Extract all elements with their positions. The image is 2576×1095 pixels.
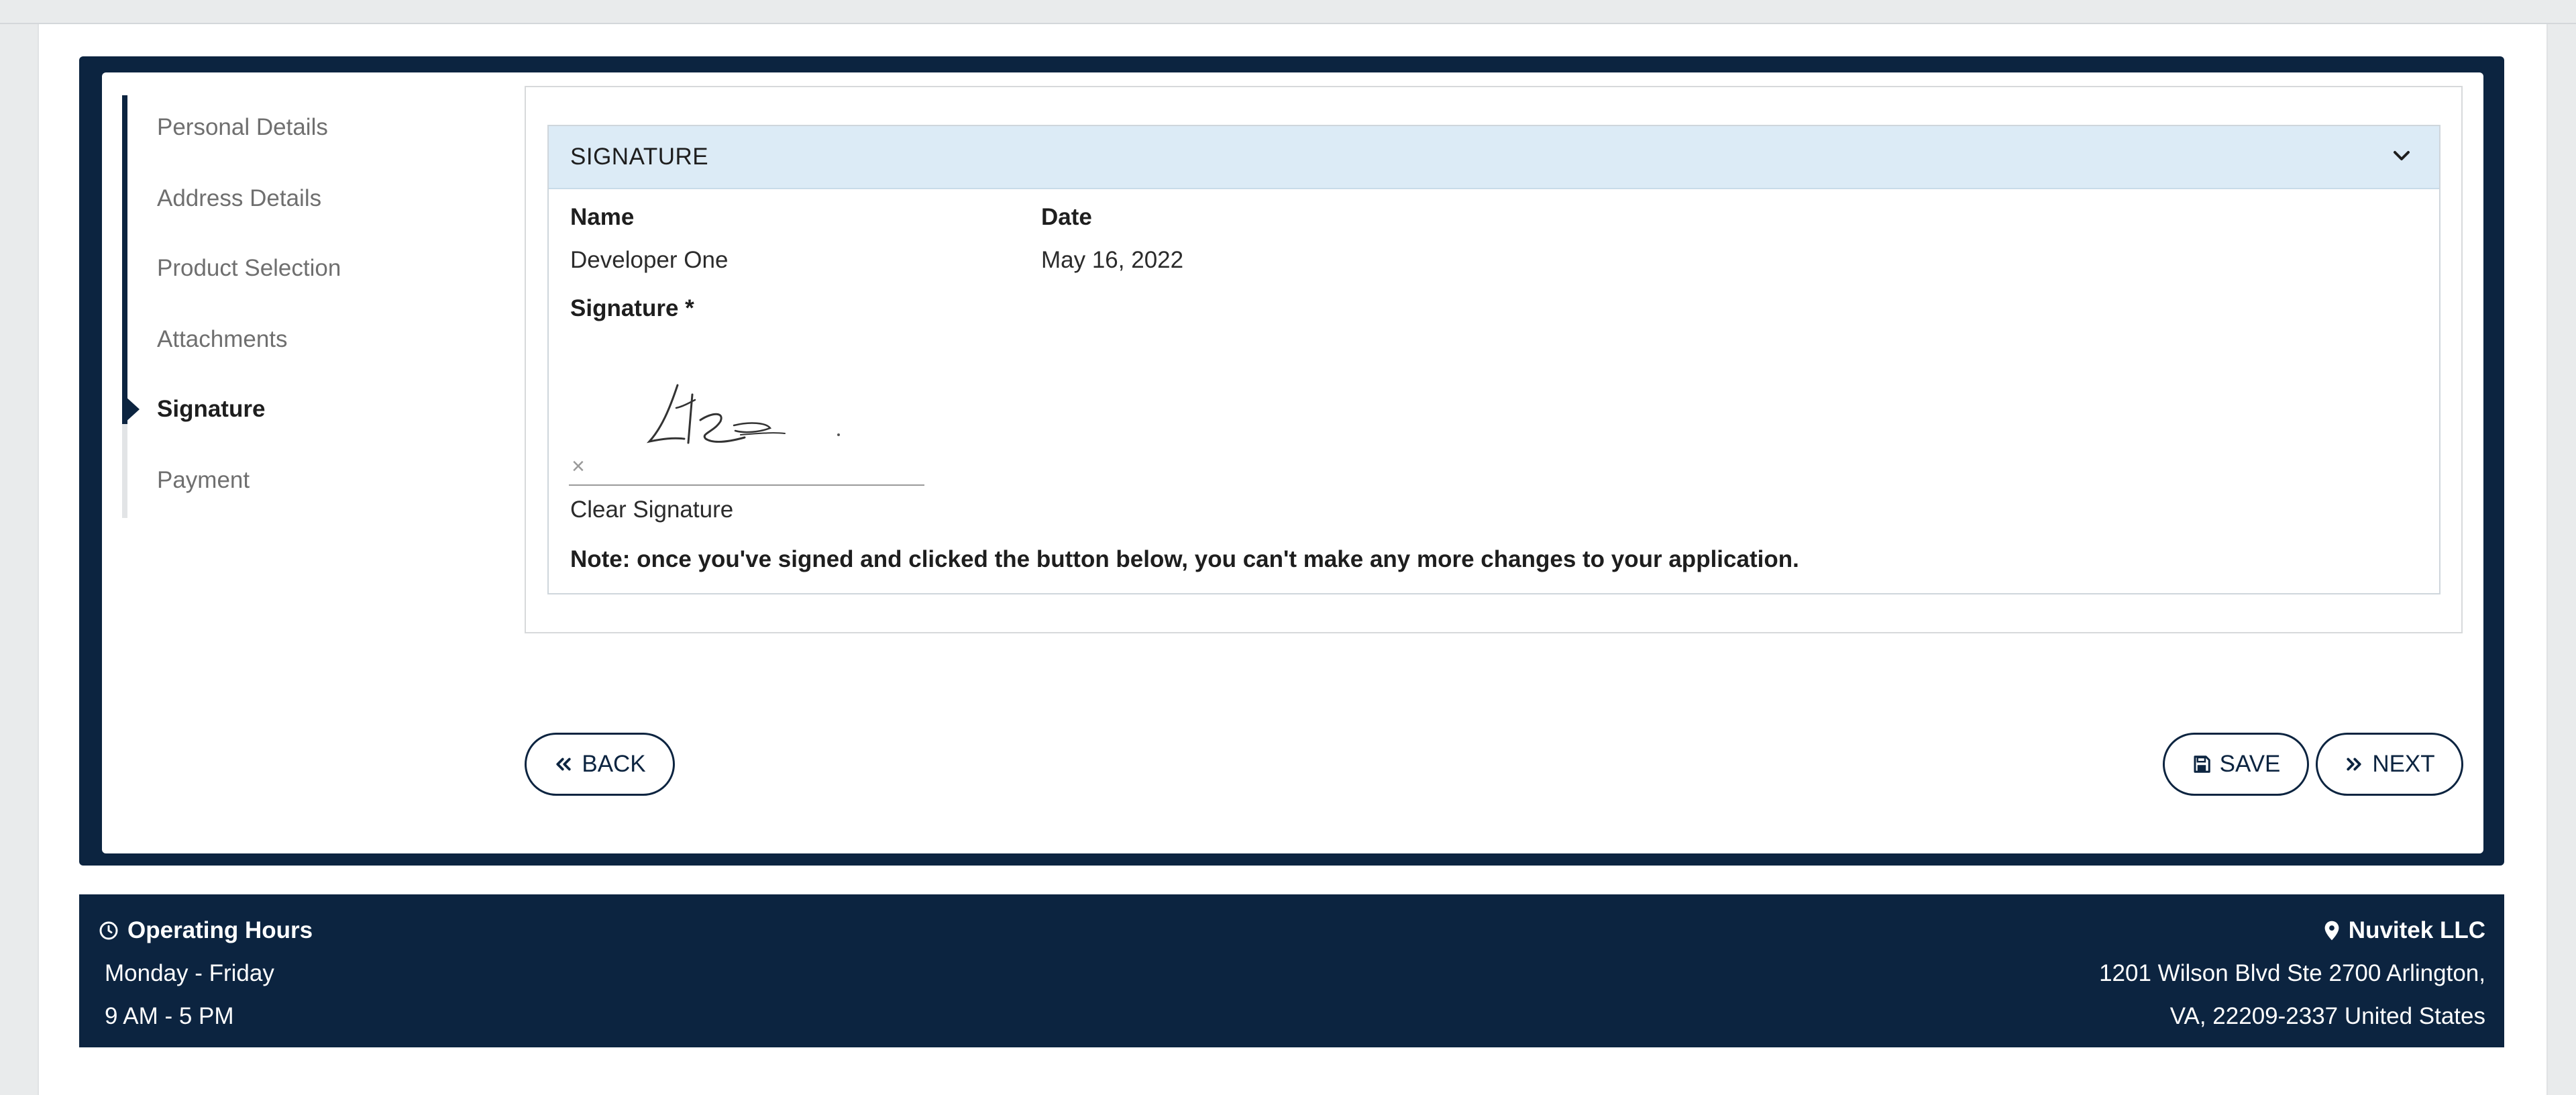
signature-panel-header[interactable]: SIGNATURE — [549, 126, 2439, 189]
site-footer: Operating Hours Monday - Friday 9 AM - 5… — [79, 894, 2504, 1047]
step-signature[interactable]: Signature — [157, 396, 265, 423]
panel-title: SIGNATURE — [570, 144, 709, 170]
operating-days: Monday - Friday — [105, 960, 274, 986]
address-line-2: VA, 22209-2337 United States — [2169, 1003, 2485, 1029]
signature-note: Note: once you've signed and clicked the… — [570, 546, 1799, 572]
back-button-label: BACK — [582, 751, 646, 777]
step-product-selection[interactable]: Product Selection — [157, 255, 341, 282]
step-personal-details[interactable]: Personal Details — [157, 114, 328, 141]
signature-label: Signature * — [570, 295, 694, 321]
save-button[interactable]: SAVE — [2163, 733, 2309, 796]
signature-drawing — [646, 384, 840, 444]
save-button-label: SAVE — [2219, 751, 2281, 777]
address-line-1: 1201 Wilson Blvd Ste 2700 Arlington, — [2099, 960, 2485, 986]
signature-line — [569, 484, 924, 486]
company-heading: Nuvitek LLC — [2323, 917, 2485, 944]
signature-pad[interactable] — [569, 356, 924, 486]
double-chevron-right-icon — [2344, 754, 2364, 774]
browser-top-strip — [0, 0, 2576, 24]
operating-hours-title: Operating Hours — [127, 917, 313, 943]
step-payment[interactable]: Payment — [157, 467, 250, 494]
clock-icon — [99, 921, 118, 940]
step-navigation: Personal Details Address Details Product… — [122, 95, 498, 518]
map-pin-icon — [2324, 921, 2339, 941]
date-label: Date — [1041, 204, 1092, 230]
date-value: May 16, 2022 — [1041, 247, 1184, 273]
clear-signature-x-icon[interactable]: × — [572, 454, 585, 480]
operating-hours-heading: Operating Hours — [98, 917, 313, 944]
company-name: Nuvitek LLC — [2348, 917, 2485, 943]
chevron-down-icon[interactable] — [2388, 142, 2415, 169]
name-label: Name — [570, 204, 635, 230]
back-button[interactable]: BACK — [525, 733, 675, 796]
next-button-label: NEXT — [2372, 751, 2435, 777]
floppy-disk-icon — [2192, 754, 2212, 774]
step-address-details[interactable]: Address Details — [157, 185, 321, 212]
name-value: Developer One — [570, 247, 729, 273]
clear-signature-link[interactable]: Clear Signature — [570, 497, 733, 523]
step-attachments[interactable]: Attachments — [157, 326, 288, 353]
operating-time: 9 AM - 5 PM — [105, 1003, 234, 1029]
step-progress-fill — [122, 95, 127, 424]
double-chevron-left-icon — [553, 754, 574, 774]
active-step-marker — [125, 396, 140, 423]
next-button[interactable]: NEXT — [2316, 733, 2463, 796]
